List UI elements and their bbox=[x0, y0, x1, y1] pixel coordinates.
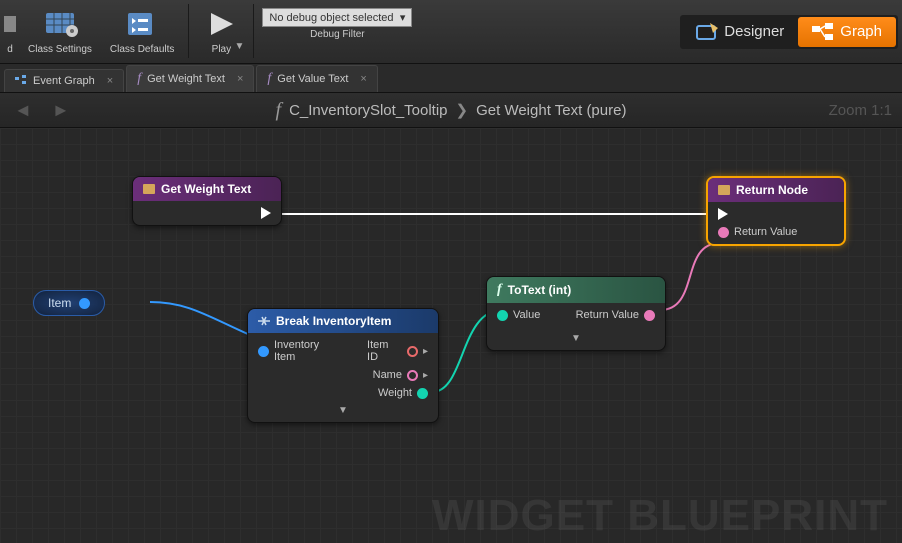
exec-in-pin[interactable] bbox=[718, 208, 728, 220]
debug-filter-group: No debug object selected ▾ Debug Filter bbox=[262, 2, 412, 40]
designer-mode-button[interactable]: Designer bbox=[682, 17, 798, 47]
return-value-pin[interactable] bbox=[644, 310, 655, 321]
toolbar-button-missing[interactable]: d bbox=[4, 2, 16, 59]
breadcrumb-root[interactable]: C_InventorySlot_Tooltip bbox=[289, 102, 447, 119]
chevron-down-icon: ▾ bbox=[400, 11, 406, 24]
node-icon bbox=[143, 183, 155, 195]
zoom-level: Zoom 1:1 bbox=[829, 102, 892, 119]
play-icon bbox=[203, 6, 239, 42]
exec-out-pin[interactable] bbox=[261, 207, 271, 219]
chevron-down-icon: ▼ bbox=[234, 41, 244, 52]
node-get-weight-text-entry[interactable]: Get Weight Text bbox=[132, 176, 282, 226]
tab-label: Get Weight Text bbox=[147, 73, 225, 85]
node-header: f ToText (int) bbox=[487, 277, 665, 303]
tab-get-value-text[interactable]: f Get Value Text × bbox=[256, 65, 377, 92]
function-icon: f bbox=[267, 71, 271, 87]
expand-icon[interactable]: ▼ bbox=[258, 405, 428, 416]
play-button[interactable]: Play ▼ bbox=[197, 2, 245, 70]
tab-label: Event Graph bbox=[33, 75, 95, 87]
return-value-pin[interactable] bbox=[718, 227, 729, 238]
pin-label: Item ID bbox=[367, 339, 402, 363]
variable-name: Item bbox=[48, 296, 71, 310]
close-icon[interactable]: × bbox=[237, 73, 243, 85]
nav-back-button[interactable]: ◄ bbox=[10, 100, 36, 121]
value-in-pin[interactable] bbox=[497, 310, 508, 321]
pin-label: Value bbox=[513, 309, 540, 321]
debug-filter-label: Debug Filter bbox=[310, 29, 364, 40]
node-title: Return Node bbox=[736, 183, 808, 197]
toolbar-separator bbox=[188, 4, 189, 58]
debug-select-value: No debug object selected bbox=[269, 12, 393, 24]
var-out-pin[interactable] bbox=[79, 298, 90, 309]
toolbar: d Class Settings Class Defaults Play ▼ N… bbox=[0, 0, 902, 64]
node-header: Get Weight Text bbox=[133, 177, 281, 201]
chevron-right-icon: ❯ bbox=[456, 101, 469, 119]
watermark: WIDGET BLUEPRINT bbox=[432, 491, 888, 541]
node-header: Break InventoryItem bbox=[248, 309, 438, 333]
close-icon[interactable]: × bbox=[360, 73, 366, 85]
chevron-right-icon: ▸ bbox=[423, 346, 428, 357]
pin-label: Weight bbox=[378, 387, 412, 399]
mode-switch: Designer Graph bbox=[680, 15, 898, 49]
graph-mode-button[interactable]: Graph bbox=[798, 17, 896, 47]
breadcrumb-func[interactable]: Get Weight Text (pure) bbox=[476, 102, 626, 119]
toolbar-separator bbox=[253, 4, 254, 58]
pin-label: Name bbox=[373, 369, 402, 381]
pin-label: Return Value bbox=[734, 226, 797, 238]
node-header: Return Node bbox=[708, 178, 844, 202]
function-icon: f bbox=[497, 282, 502, 298]
expand-icon[interactable]: ▼ bbox=[497, 333, 655, 344]
item-id-pin[interactable] bbox=[407, 346, 418, 357]
node-icon bbox=[718, 184, 730, 196]
tab-event-graph[interactable]: Event Graph × bbox=[4, 69, 124, 92]
breadcrumb-bar: ◄ ► f C_InventorySlot_Tooltip ❯ Get Weig… bbox=[0, 93, 902, 128]
grid-icon bbox=[42, 6, 78, 42]
play-label: Play bbox=[212, 44, 231, 55]
chevron-right-icon: ▸ bbox=[423, 370, 428, 381]
tab-label: Get Value Text bbox=[277, 73, 348, 85]
inventory-item-pin[interactable] bbox=[258, 346, 269, 357]
node-title: Break InventoryItem bbox=[276, 314, 391, 328]
node-return[interactable]: Return Node Return Value bbox=[706, 176, 846, 246]
defaults-icon bbox=[124, 6, 160, 42]
designer-label: Designer bbox=[724, 23, 784, 40]
function-icon: f bbox=[137, 71, 141, 87]
graph-icon bbox=[812, 23, 834, 41]
node-break-inventoryitem[interactable]: Break InventoryItem Inventory Item Item … bbox=[247, 308, 439, 423]
variable-node-item[interactable]: Item bbox=[33, 290, 105, 316]
close-icon[interactable]: × bbox=[107, 75, 113, 87]
tab-get-weight-text[interactable]: f Get Weight Text × bbox=[126, 65, 254, 92]
class-defaults-button[interactable]: Class Defaults bbox=[104, 2, 180, 59]
class-defaults-label: Class Defaults bbox=[110, 44, 174, 55]
function-icon: f bbox=[276, 99, 282, 122]
class-settings-button[interactable]: Class Settings bbox=[22, 2, 98, 59]
class-settings-label: Class Settings bbox=[28, 44, 92, 55]
nav-forward-button[interactable]: ► bbox=[48, 100, 74, 121]
pin-label: Return Value bbox=[576, 309, 639, 321]
graph-label: Graph bbox=[840, 23, 882, 40]
event-graph-icon bbox=[15, 75, 27, 87]
weight-pin[interactable] bbox=[417, 388, 428, 399]
break-icon bbox=[258, 315, 270, 327]
name-pin[interactable] bbox=[407, 370, 418, 381]
node-title: Get Weight Text bbox=[161, 182, 251, 196]
document-tabs: Event Graph × f Get Weight Text × f Get … bbox=[0, 64, 902, 93]
designer-icon bbox=[696, 23, 718, 41]
debug-object-select[interactable]: No debug object selected ▾ bbox=[262, 8, 412, 27]
graph-canvas[interactable]: Get Weight Text Return Node Return Value… bbox=[0, 128, 902, 543]
node-totext-int[interactable]: f ToText (int) Value Return Value ▼ bbox=[486, 276, 666, 351]
breadcrumb: f C_InventorySlot_Tooltip ❯ Get Weight T… bbox=[276, 99, 627, 122]
node-title: ToText (int) bbox=[508, 283, 572, 297]
pin-label: Inventory Item bbox=[274, 339, 343, 363]
